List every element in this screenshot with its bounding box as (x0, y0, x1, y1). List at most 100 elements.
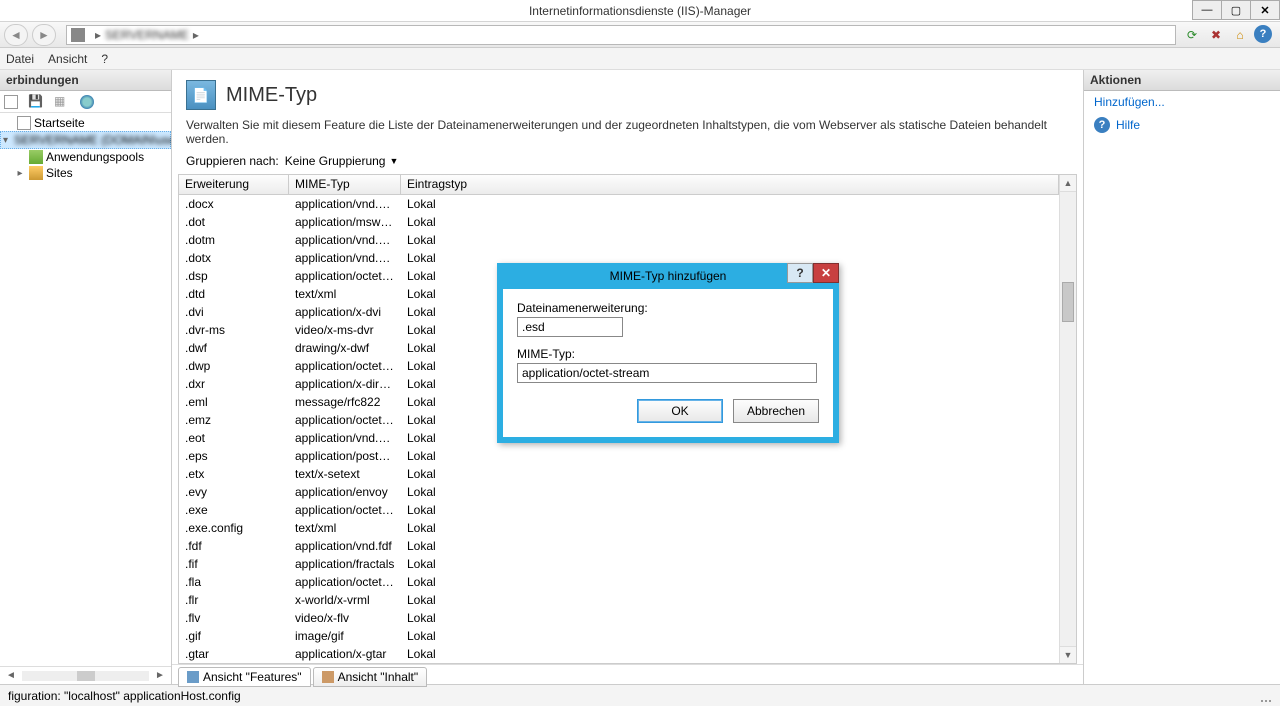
scroll-down-icon[interactable]: ▼ (1060, 646, 1076, 663)
add-mime-type-dialog: MIME-Typ hinzufügen ? ✕ Dateinamenerweit… (497, 263, 839, 443)
menu-help[interactable]: ? (101, 52, 108, 66)
cancel-button[interactable]: Abbrechen (733, 399, 819, 423)
table-row[interactable]: .fdfapplication/vnd.fdfLokal (179, 537, 1059, 555)
actions-header: Aktionen (1084, 70, 1280, 91)
table-row[interactable]: .exeapplication/octet-...Lokal (179, 501, 1059, 519)
table-row[interactable]: .etxtext/x-setextLokal (179, 465, 1059, 483)
table-row[interactable]: .epsapplication/postsc...Lokal (179, 447, 1059, 465)
table-row[interactable]: .evyapplication/envoyLokal (179, 483, 1059, 501)
stop-icon[interactable]: ✖ (1206, 25, 1226, 45)
table-row[interactable]: .flaapplication/octet-...Lokal (179, 573, 1059, 591)
nav-back-button[interactable]: ◄ (4, 24, 28, 46)
cell-entrytype: Lokal (401, 305, 509, 319)
table-row[interactable]: .flrx-world/x-vrmlLokal (179, 591, 1059, 609)
group-by-dropdown[interactable]: Keine Gruppierung ▼ (285, 154, 399, 168)
cell-extension: .fif (179, 557, 289, 571)
table-row[interactable]: .docxapplication/vnd.o...Lokal (179, 195, 1059, 213)
pool-icon (29, 150, 43, 164)
cell-mimetype: application/envoy (289, 485, 401, 499)
col-mimetype[interactable]: MIME-Typ (289, 175, 401, 194)
cell-entrytype: Lokal (401, 251, 509, 265)
resize-grip-icon[interactable] (1258, 689, 1272, 703)
dialog-close-button[interactable]: ✕ (813, 263, 839, 283)
table-row[interactable]: .fifapplication/fractalsLokal (179, 555, 1059, 573)
cell-entrytype: Lokal (401, 503, 509, 517)
tree-server[interactable]: ▾ SERVERNAME (DOMAIN\user) (0, 131, 171, 149)
cell-mimetype: application/postsc... (289, 449, 401, 463)
window-maximize-button[interactable]: ▢ (1221, 0, 1251, 20)
cell-entrytype: Lokal (401, 521, 509, 535)
cell-mimetype: video/x-flv (289, 611, 401, 625)
cell-extension: .eps (179, 449, 289, 463)
col-entrytype[interactable]: Eintragstyp (401, 175, 1059, 194)
mimetype-input[interactable] (517, 363, 817, 383)
connect-icon[interactable] (4, 95, 18, 109)
cell-extension: .dotx (179, 251, 289, 265)
cell-entrytype: Lokal (401, 467, 509, 481)
table-row[interactable]: .dotmapplication/vnd.m...Lokal (179, 231, 1059, 249)
nav-forward-button[interactable]: ► (32, 24, 56, 46)
connections-panel: erbindungen 💾 ▦ Startseite ▾ SERVERNAME … (0, 70, 172, 684)
tree-app-pools[interactable]: Anwendungspools (0, 149, 171, 165)
action-add[interactable]: Hinzufügen... (1084, 91, 1280, 113)
cell-mimetype: video/x-ms-dvr (289, 323, 401, 337)
window-close-button[interactable]: ✕ (1250, 0, 1280, 20)
extension-input[interactable] (517, 317, 623, 337)
breadcrumb[interactable]: ▸ SERVERNAME ▸ (66, 25, 1176, 45)
cell-entrytype: Lokal (401, 395, 509, 409)
server-icon (71, 28, 85, 42)
ok-button[interactable]: OK (637, 399, 723, 423)
page-icon (17, 116, 31, 130)
content-view-icon (322, 671, 334, 683)
cell-entrytype: Lokal (401, 431, 509, 445)
refresh-icon[interactable]: ⟳ (1182, 25, 1202, 45)
cell-extension: .dvi (179, 305, 289, 319)
cell-entrytype: Lokal (401, 413, 509, 427)
cell-extension: .eot (179, 431, 289, 445)
table-row[interactable]: .exe.configtext/xmlLokal (179, 519, 1059, 537)
table-vscrollbar[interactable]: ▲ ▼ (1059, 175, 1076, 663)
sites-icon[interactable] (80, 95, 94, 109)
nav-icon[interactable]: ▦ (54, 94, 70, 110)
folder-icon (29, 166, 43, 180)
table-row[interactable]: .gtarapplication/x-gtarLokal (179, 645, 1059, 663)
tab-features-view[interactable]: Ansicht "Features" (178, 667, 311, 687)
cell-entrytype: Lokal (401, 629, 509, 643)
cell-mimetype: application/vnd.o... (289, 251, 401, 265)
connections-hscroll[interactable]: ◄► (0, 666, 171, 684)
breadcrumb-separator: ▸ (95, 28, 101, 42)
help-icon: ? (1094, 117, 1110, 133)
home-icon[interactable]: ⌂ (1230, 25, 1250, 45)
scroll-thumb[interactable] (1062, 282, 1074, 322)
window-minimize-button[interactable]: — (1192, 0, 1222, 20)
mime-type-icon: 📄 (186, 80, 216, 110)
extension-label: Dateinamenerweiterung: (517, 301, 819, 315)
table-row[interactable]: .flvvideo/x-flvLokal (179, 609, 1059, 627)
cell-extension: .emz (179, 413, 289, 427)
action-help[interactable]: ? Hilfe (1084, 113, 1280, 137)
cell-entrytype: Lokal (401, 215, 509, 229)
tree-sites[interactable]: ▸ Sites (0, 165, 171, 181)
cell-extension: .gtar (179, 647, 289, 661)
col-extension[interactable]: Erweiterung (179, 175, 289, 194)
cell-extension: .dtd (179, 287, 289, 301)
scroll-up-icon[interactable]: ▲ (1060, 175, 1076, 192)
menu-file[interactable]: Datei (6, 52, 34, 66)
cell-entrytype: Lokal (401, 593, 509, 607)
tab-content-view[interactable]: Ansicht "Inhalt" (313, 667, 428, 687)
dialog-help-button[interactable]: ? (787, 263, 813, 283)
cell-mimetype: text/xml (289, 521, 401, 535)
table-row[interactable]: .gifimage/gifLokal (179, 627, 1059, 645)
cell-mimetype: application/msword (289, 215, 401, 229)
cell-extension: .flv (179, 611, 289, 625)
save-icon[interactable]: 💾 (28, 94, 44, 110)
tree-startpage[interactable]: Startseite (0, 115, 171, 131)
connections-header: erbindungen (0, 70, 171, 91)
table-row[interactable]: .dotapplication/mswordLokal (179, 213, 1059, 231)
menu-view[interactable]: Ansicht (48, 52, 87, 66)
cell-extension: .dot (179, 215, 289, 229)
cell-entrytype: Lokal (401, 341, 509, 355)
group-by-label: Gruppieren nach: (186, 154, 279, 168)
help-icon[interactable]: ? (1254, 25, 1272, 43)
menu-bar: Datei Ansicht ? (0, 48, 1280, 70)
